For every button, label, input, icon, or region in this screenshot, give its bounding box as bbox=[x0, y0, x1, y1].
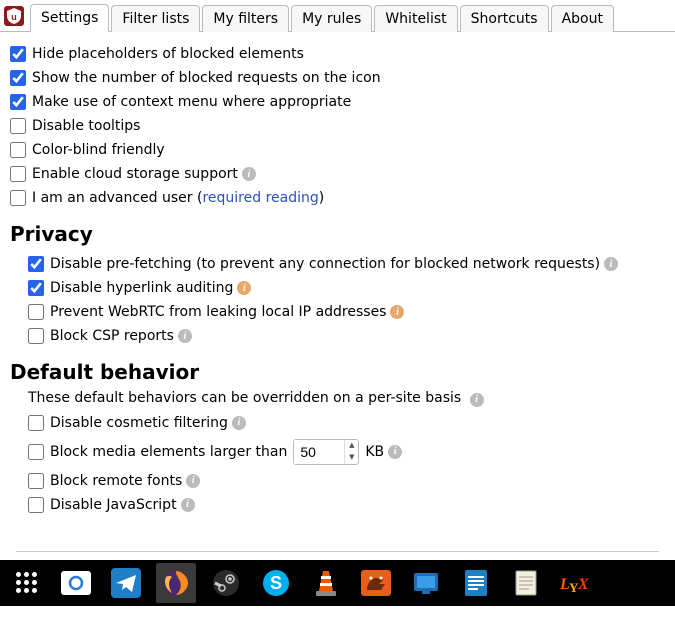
separator bbox=[16, 551, 659, 552]
webrtc-label: Prevent WebRTC from leaking local IP add… bbox=[50, 304, 386, 320]
remote-fonts-label: Block remote fonts bbox=[50, 473, 182, 489]
tab-my-filters[interactable]: My filters bbox=[202, 5, 289, 32]
vlc-icon[interactable] bbox=[306, 563, 346, 603]
media-size-field: ▲ ▼ bbox=[293, 439, 359, 465]
show-count-label: Show the number of blocked requests on t… bbox=[32, 70, 381, 86]
apps-launcher-icon[interactable] bbox=[6, 563, 46, 603]
virtualbox-icon[interactable] bbox=[406, 563, 446, 603]
block-media-label: Block media elements larger than bbox=[50, 444, 287, 460]
disable-js-label: Disable JavaScript bbox=[50, 497, 177, 513]
lyx-icon[interactable]: LYX bbox=[556, 563, 596, 603]
disable-prefetch-label: Disable pre-fetching (to prevent any con… bbox=[50, 256, 600, 272]
spinner-buttons: ▲ ▼ bbox=[344, 440, 358, 464]
tab-bar: u Settings Filter lists My filters My ru… bbox=[0, 0, 675, 32]
firefox-icon[interactable] bbox=[156, 563, 196, 603]
disable-js-checkbox[interactable] bbox=[28, 497, 44, 513]
required-reading-link[interactable]: required reading bbox=[202, 190, 318, 206]
tab-filter-lists[interactable]: Filter lists bbox=[111, 5, 200, 32]
hide-placeholders-checkbox[interactable] bbox=[10, 46, 26, 62]
webrtc-checkbox[interactable] bbox=[28, 304, 44, 320]
foxit-icon[interactable] bbox=[356, 563, 396, 603]
disable-prefetch-checkbox[interactable] bbox=[28, 256, 44, 272]
context-menu-label: Make use of context menu where appropria… bbox=[32, 94, 351, 110]
hide-placeholders-label: Hide placeholders of blocked elements bbox=[32, 46, 304, 62]
ublock-icon: u bbox=[4, 6, 24, 26]
media-size-unit: KB bbox=[365, 444, 384, 460]
steam-icon[interactable] bbox=[206, 563, 246, 603]
csp-checkbox[interactable] bbox=[28, 328, 44, 344]
context-menu-checkbox[interactable] bbox=[10, 94, 26, 110]
tab-about[interactable]: About bbox=[551, 5, 614, 32]
telegram-icon[interactable] bbox=[106, 563, 146, 603]
cosmetic-filtering-checkbox[interactable] bbox=[28, 415, 44, 431]
media-size-input[interactable] bbox=[294, 440, 344, 464]
disable-tooltips-label: Disable tooltips bbox=[32, 118, 140, 134]
skype-icon[interactable]: S bbox=[256, 563, 296, 603]
advanced-user-label: I am an advanced user (required reading) bbox=[32, 190, 324, 206]
taskbar: S LYX bbox=[0, 560, 675, 606]
tab-settings[interactable]: Settings bbox=[30, 4, 109, 32]
show-count-checkbox[interactable] bbox=[10, 70, 26, 86]
remote-fonts-checkbox[interactable] bbox=[28, 473, 44, 489]
info-icon[interactable]: i bbox=[186, 474, 200, 488]
tab-shortcuts[interactable]: Shortcuts bbox=[460, 5, 549, 32]
color-blind-label: Color-blind friendly bbox=[32, 142, 165, 158]
advanced-user-checkbox[interactable] bbox=[10, 190, 26, 206]
info-icon[interactable]: i bbox=[232, 416, 246, 430]
libreoffice-writer-icon[interactable] bbox=[456, 563, 496, 603]
hyperlink-audit-checkbox[interactable] bbox=[28, 280, 44, 296]
cloud-storage-label: Enable cloud storage support bbox=[32, 166, 238, 182]
notes-icon[interactable] bbox=[506, 563, 546, 603]
info-icon[interactable]: i bbox=[390, 305, 404, 319]
default-behavior-desc: These default behaviors can be overridde… bbox=[10, 390, 665, 407]
info-icon[interactable]: i bbox=[470, 393, 484, 407]
settings-panel: Hide placeholders of blocked elements Sh… bbox=[0, 32, 675, 521]
info-icon[interactable]: i bbox=[242, 167, 256, 181]
screenshot-icon[interactable] bbox=[56, 563, 96, 603]
csp-label: Block CSP reports bbox=[50, 328, 174, 344]
info-icon[interactable]: i bbox=[178, 329, 192, 343]
tab-whitelist[interactable]: Whitelist bbox=[374, 5, 457, 32]
cloud-storage-checkbox[interactable] bbox=[10, 166, 26, 182]
disable-tooltips-checkbox[interactable] bbox=[10, 118, 26, 134]
svg-text:X: X bbox=[577, 576, 589, 593]
color-blind-checkbox[interactable] bbox=[10, 142, 26, 158]
svg-text:u: u bbox=[11, 12, 17, 22]
cosmetic-filtering-label: Disable cosmetic filtering bbox=[50, 415, 228, 431]
hyperlink-audit-label: Disable hyperlink auditing bbox=[50, 280, 233, 296]
info-icon[interactable]: i bbox=[181, 498, 195, 512]
tab-my-rules[interactable]: My rules bbox=[291, 5, 372, 32]
info-icon[interactable]: i bbox=[604, 257, 618, 271]
privacy-heading: Privacy bbox=[10, 222, 665, 246]
svg-text:S: S bbox=[270, 573, 282, 593]
spinner-down[interactable]: ▼ bbox=[345, 452, 358, 464]
spinner-up[interactable]: ▲ bbox=[345, 440, 358, 452]
info-icon[interactable]: i bbox=[388, 445, 402, 459]
info-icon[interactable]: i bbox=[237, 281, 251, 295]
block-media-checkbox[interactable] bbox=[28, 444, 44, 460]
default-behavior-heading: Default behavior bbox=[10, 360, 665, 384]
